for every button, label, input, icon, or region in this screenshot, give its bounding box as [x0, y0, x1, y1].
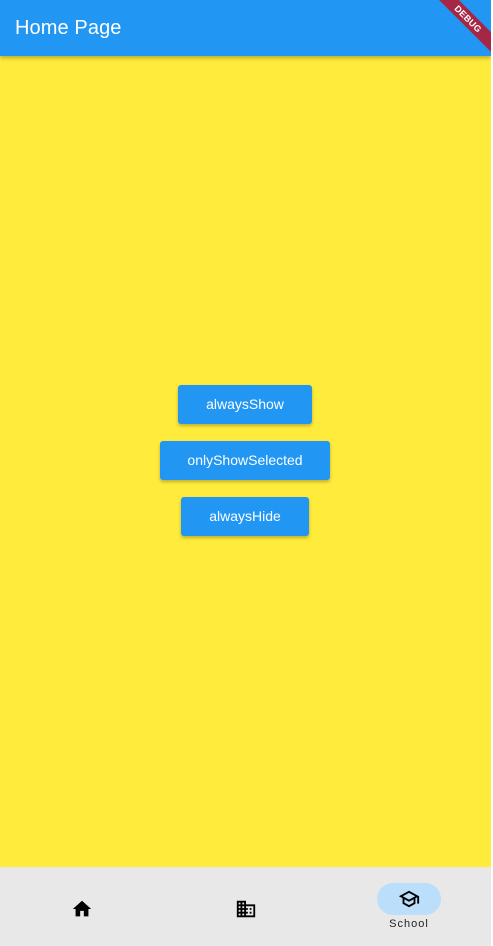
app-screen: Home Page DEBUG alwaysShow onlyShowSelec…: [0, 0, 491, 946]
debug-banner: DEBUG: [431, 0, 491, 60]
app-bar: Home Page: [0, 0, 491, 56]
always-hide-button[interactable]: alwaysHide: [181, 497, 309, 536]
nav-label-school: School: [389, 918, 429, 930]
only-show-selected-button[interactable]: onlyShowSelected: [160, 441, 330, 480]
home-icon: [72, 900, 92, 917]
always-show-button[interactable]: alwaysShow: [178, 385, 312, 424]
nav-item-school[interactable]: School: [327, 867, 491, 946]
business-icon: [236, 900, 256, 918]
nav-item-business[interactable]: [164, 867, 328, 946]
school-icon: [398, 890, 420, 908]
page-title: Home Page: [15, 17, 122, 39]
nav-item-home[interactable]: [0, 867, 164, 946]
bottom-navigation-bar: School: [0, 867, 491, 946]
debug-banner-label: DEBUG: [431, 0, 491, 56]
